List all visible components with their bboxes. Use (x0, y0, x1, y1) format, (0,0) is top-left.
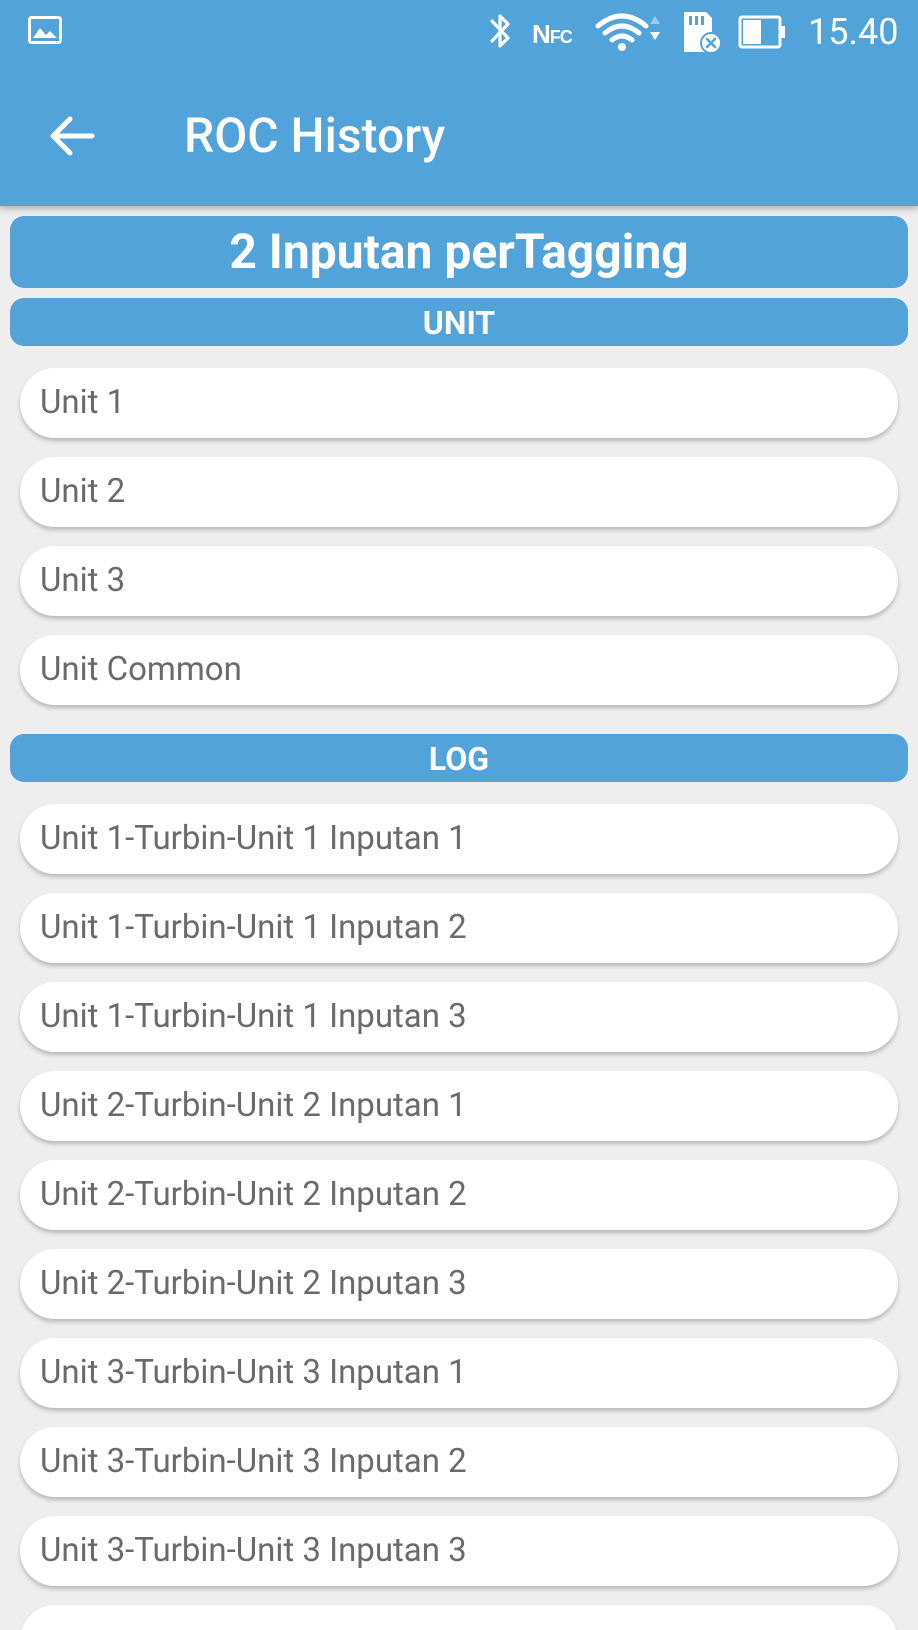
log-item[interactable]: Unit 2-Turbin-Unit 2 Inputan 3 (20, 1249, 898, 1319)
unit-item[interactable]: Unit Common (20, 635, 898, 705)
main-header: 2 Inputan perTagging (10, 216, 908, 288)
log-item[interactable]: Unit 1-Turbin-Unit 1 Inputan 3 (20, 982, 898, 1052)
nfc-icon: NFC (532, 14, 573, 57)
unit-item[interactable]: Unit 1 (20, 368, 898, 438)
log-item[interactable]: Unit 1-Turbin-Unit 1 Inputan 1 (20, 804, 898, 874)
log-item[interactable]: Unit 3-Turbin-Unit 3 Inputan 2 (20, 1427, 898, 1497)
unit-item[interactable]: Unit 2 (20, 457, 898, 527)
log-item[interactable]: Unit 2-Turbin-Unit 2 Inputan 1 (20, 1071, 898, 1141)
log-item[interactable]: Unit 2-Turbin-Unit 2 Inputan 2 (20, 1160, 898, 1230)
section-header-unit: UNIT (10, 298, 908, 346)
arrow-left-icon[interactable] (44, 108, 100, 164)
nfc-fc: FC (549, 27, 573, 47)
log-item[interactable]: Unit 3-Turbin-Unit 3 Inputan 3 (20, 1516, 898, 1586)
bluetooth-icon (490, 14, 510, 48)
page-title: ROC History (184, 107, 446, 164)
gallery-icon (28, 16, 62, 44)
log-item[interactable] (20, 1605, 898, 1630)
battery-icon (738, 15, 785, 49)
content-area: 2 Inputan perTagging UNIT Unit 1 Unit 2 … (0, 206, 918, 1630)
nfc-n: N (532, 19, 551, 49)
app-bar: NFC 15.40 ROC History (0, 0, 918, 206)
section-header-log: LOG (10, 734, 908, 782)
status-time: 15.40 (808, 11, 899, 53)
wifi-icon (595, 13, 660, 51)
status-bar: NFC 15.40 (0, 0, 918, 66)
unit-item[interactable]: Unit 3 (20, 546, 898, 616)
log-item[interactable]: Unit 1-Turbin-Unit 1 Inputan 2 (20, 893, 898, 963)
log-item[interactable]: Unit 3-Turbin-Unit 3 Inputan 1 (20, 1338, 898, 1408)
sd-card-icon (684, 12, 722, 54)
